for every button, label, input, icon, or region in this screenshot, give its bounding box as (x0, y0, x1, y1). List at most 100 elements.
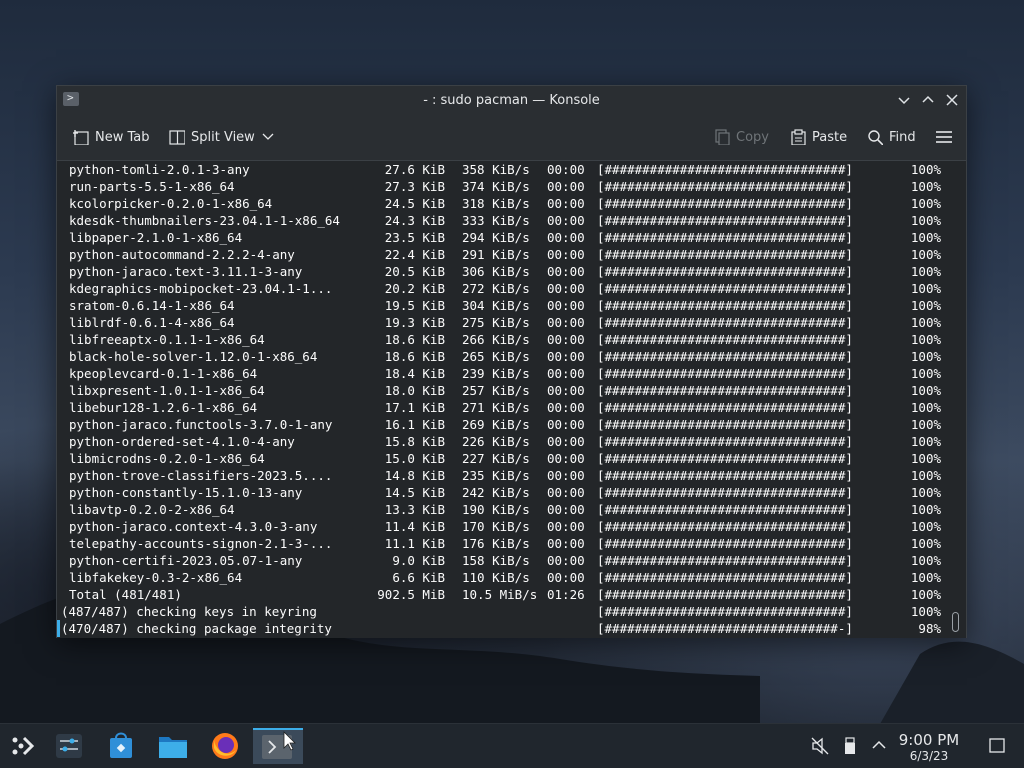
copy-label: Copy (736, 129, 769, 145)
package-name: python-autocommand-2.2.2-4-any (69, 247, 295, 262)
elapsed-time: 00:00 (547, 468, 585, 483)
progress-bar: [################################] (597, 417, 853, 432)
terminal-line: telepathy-accounts-signon-2.1-3-... 11.1 … (57, 535, 946, 552)
progress-bar: [################################] (597, 298, 853, 313)
progress-percent: 100% (910, 281, 941, 296)
progress-bar: [################################] (597, 196, 853, 211)
package-name: python-jaraco.functools-3.7.0-1-any (69, 417, 333, 432)
package-name: python-trove-classifiers-2023.5.... (69, 468, 333, 483)
title-bar[interactable]: > - : sudo pacman — Konsole (57, 86, 966, 116)
status-text: (470/487) checking package integrity (61, 621, 332, 636)
status-text: (487/487) checking keys in keyring (61, 604, 317, 619)
package-name: sratom-0.6.14-1-x86_64 (69, 298, 235, 313)
progress-bar: [################################] (597, 451, 853, 466)
discover-button[interactable] (102, 728, 140, 764)
package-name: libmicrodns-0.2.0-1-x86_64 (69, 451, 265, 466)
progress-bar: [###############################-] (597, 621, 853, 636)
terminal-line: libfreeaptx-0.1.1-1-x86_64 18.6 KiB 266 Ki… (57, 331, 946, 348)
volume-muted-button[interactable] (810, 736, 830, 760)
find-button[interactable]: Find (867, 129, 916, 145)
progress-percent: 100% (910, 417, 941, 432)
show-desktop-button[interactable] (988, 736, 1006, 760)
package-name: kcolorpicker-0.2.0-1-x86_64 (69, 196, 273, 211)
chevron-up-icon (872, 740, 886, 749)
progress-bar: [################################] (597, 553, 853, 568)
minimize-button[interactable] (895, 91, 913, 109)
terminal-line: python-certifi-2023.05.07-1-any 9.0 KiB 15… (57, 552, 946, 569)
download-rate: 190 KiB/s (462, 502, 530, 517)
package-name: libebur128-1.2.6-1-x86_64 (69, 400, 258, 415)
maximize-button[interactable] (919, 91, 937, 109)
scrollbar-thumb[interactable] (952, 612, 959, 632)
progress-bar: [################################] (597, 434, 853, 449)
package-name: black-hole-solver-1.12.0-1-x86_64 (69, 349, 318, 364)
paste-button[interactable]: Paste (790, 129, 847, 145)
download-rate: 257 KiB/s (462, 383, 530, 398)
progress-bar: [################################] (597, 213, 853, 228)
close-button[interactable] (943, 91, 961, 109)
download-rate: 358 KiB/s (462, 162, 530, 177)
digital-clock[interactable]: 9:00 PM 6/3/23 (895, 732, 963, 764)
progress-bar: [################################] (597, 536, 853, 551)
download-rate: 269 KiB/s (462, 417, 530, 432)
progress-percent: 100% (910, 298, 941, 313)
progress-bar: [################################] (597, 247, 853, 262)
hamburger-menu-button[interactable] (935, 129, 953, 145)
dolphin-file-manager-button[interactable] (154, 728, 192, 764)
package-size: 6.6 KiB (392, 570, 445, 585)
show-hidden-icons-button[interactable] (870, 736, 888, 760)
firefox-button[interactable] (206, 728, 244, 764)
package-size: 19.3 KiB (384, 315, 445, 330)
paste-label: Paste (812, 129, 848, 145)
taskbar: 9:00 PM 6/3/23 (0, 723, 1024, 768)
terminal-line: libpaper-2.1.0-1-x86_64 23.5 KiB 294 KiB/s… (57, 229, 946, 246)
terminal-output[interactable]: python-tomli-2.0.1-3-any 27.6 KiB 358 KiB/… (57, 161, 946, 638)
konsole-taskbar-button[interactable] (253, 728, 303, 764)
progress-bar: [################################] (597, 281, 853, 296)
terminal-line: run-parts-5.5-1-x86_64 27.3 KiB 374 KiB/s 0… (57, 178, 946, 195)
elapsed-time: 00:00 (547, 400, 585, 415)
removable-device-button[interactable] (842, 736, 858, 760)
elapsed-time: 00:00 (547, 196, 585, 211)
progress-percent: 100% (910, 264, 941, 279)
package-size: 13.3 KiB (384, 502, 445, 517)
download-rate: 227 KiB/s (462, 451, 530, 466)
package-name: python-constantly-15.1.0-13-any (69, 485, 303, 500)
package-size: 27.6 KiB (384, 162, 445, 177)
copy-button[interactable]: Copy (714, 129, 769, 145)
package-size: 14.5 KiB (384, 485, 445, 500)
package-name: Total (481/481) (69, 587, 182, 602)
terminal-line: kcolorpicker-0.2.0-1-x86_64 24.5 KiB 318 K… (57, 195, 946, 212)
package-name: liblrdf-0.6.1-4-x86_64 (69, 315, 235, 330)
progress-bar: [################################] (597, 587, 853, 602)
package-name: libfreeaptx-0.1.1-1-x86_64 (69, 332, 265, 347)
elapsed-time: 00:00 (547, 281, 585, 296)
new-tab-button[interactable]: New Tab (73, 129, 150, 145)
terminal-scrollbar[interactable] (945, 161, 966, 638)
progress-percent: 100% (910, 468, 941, 483)
download-rate: 235 KiB/s (462, 468, 530, 483)
progress-percent: 100% (910, 315, 941, 330)
package-name: kdesdk-thumbnailers-23.04.1-1-x86_64 (69, 213, 340, 228)
system-settings-button[interactable] (50, 728, 88, 764)
progress-bar: [################################] (597, 366, 853, 381)
download-rate: 10.5 MiB/s (462, 587, 538, 602)
package-size: 15.0 KiB (384, 451, 445, 466)
progress-bar: [################################] (597, 400, 853, 415)
download-rate: 265 KiB/s (462, 349, 530, 364)
progress-percent: 100% (910, 502, 941, 517)
package-name: kdegraphics-mobipocket-23.04.1-1... (69, 281, 333, 296)
application-launcher-button[interactable] (4, 728, 42, 764)
progress-bar: [################################] (597, 332, 853, 347)
split-view-button[interactable]: Split View (169, 129, 275, 145)
terminal-line: (470/487) checking package integrity [###… (57, 620, 946, 637)
progress-bar: [################################] (597, 570, 853, 585)
progress-percent: 100% (910, 162, 941, 177)
package-size: 11.1 KiB (384, 536, 445, 551)
terminal-line: libfakekey-0.3-2-x86_64 6.6 KiB 110 KiB/s 0… (57, 569, 946, 586)
progress-percent: 100% (910, 247, 941, 262)
download-rate: 266 KiB/s (462, 332, 530, 347)
package-size: 24.5 KiB (384, 196, 445, 211)
terminal-line: python-ordered-set-4.1.0-4-any 15.8 KiB 22… (57, 433, 946, 450)
konsole-icon (262, 731, 296, 759)
